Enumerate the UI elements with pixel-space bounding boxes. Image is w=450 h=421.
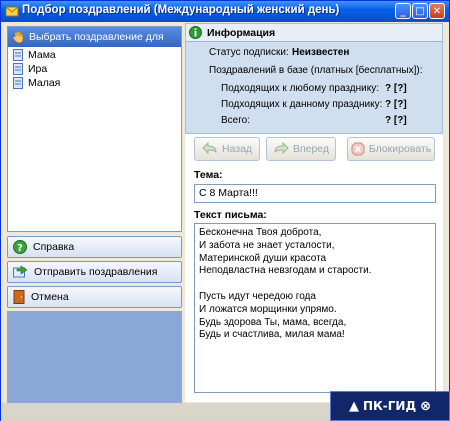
app-icon bbox=[5, 6, 19, 17]
cancel-button-label: Отмена bbox=[31, 291, 69, 303]
block-button[interactable]: Блокировать bbox=[347, 137, 435, 161]
maximize-button[interactable]: □ bbox=[412, 3, 428, 19]
forward-button-label: Вперед bbox=[292, 143, 330, 155]
watermark-close-icon: ⊗ bbox=[420, 398, 432, 414]
info-panel: Информация Статус подписки: Неизвестен П… bbox=[185, 23, 443, 134]
list-item[interactable]: Малая bbox=[9, 76, 180, 90]
this-holiday-label: Подходящих к данному празднику: bbox=[221, 99, 383, 110]
watermark-logo-icon: ▲ bbox=[348, 398, 359, 414]
letter-text-label: Текст письма: bbox=[194, 209, 267, 221]
total-label: Всего: bbox=[221, 115, 250, 126]
subscription-status-label: Статус подписки: bbox=[209, 47, 289, 58]
back-button-label: Назад bbox=[221, 143, 253, 155]
document-icon bbox=[13, 77, 23, 89]
svg-text:?: ? bbox=[17, 243, 23, 254]
info-panel-title: Информация bbox=[207, 26, 276, 39]
hand-icon bbox=[12, 30, 24, 43]
title-bar[interactable]: Подбор поздравлений (Международный женск… bbox=[1, 1, 449, 22]
help-icon: ? bbox=[13, 240, 27, 254]
cancel-button[interactable]: Отмена bbox=[7, 286, 182, 308]
recipient-panel-title: Выбрать поздравление для bbox=[29, 31, 164, 43]
any-holiday-value: ? [?] bbox=[385, 83, 407, 94]
block-button-label: Блокировать bbox=[368, 143, 432, 155]
window-title: Подбор поздравлений (Международный женск… bbox=[22, 4, 340, 16]
this-holiday-value: ? [?] bbox=[385, 99, 407, 110]
list-item-label: Мама bbox=[28, 49, 56, 61]
info-panel-header: Информация bbox=[186, 24, 442, 42]
letter-text-area[interactable]: Бесконечна Твоя доброта, И забота не зна… bbox=[194, 223, 436, 393]
send-greetings-label: Отправить поздравления bbox=[34, 266, 158, 278]
block-icon bbox=[351, 142, 365, 156]
subscription-status-value: Неизвестен bbox=[292, 47, 350, 58]
help-button[interactable]: ? Справка bbox=[7, 236, 182, 258]
info-icon bbox=[189, 26, 202, 39]
watermark-badge: ▲ ПК-ГИД ⊗ bbox=[330, 391, 450, 421]
recipient-list[interactable]: Мама Ира Малая bbox=[8, 47, 181, 91]
forward-button[interactable]: Вперед bbox=[266, 137, 336, 161]
subject-label: Тема: bbox=[194, 169, 223, 181]
any-holiday-label: Подходящих к любому празднику: bbox=[221, 83, 379, 94]
document-icon bbox=[13, 63, 23, 75]
left-panel-filler bbox=[7, 311, 182, 403]
close-button[interactable]: ✕ bbox=[429, 3, 445, 19]
forward-arrow-icon bbox=[274, 142, 289, 155]
help-button-label: Справка bbox=[33, 241, 75, 253]
database-count-label: Поздравлений в базе (платных [бесплатных… bbox=[209, 65, 423, 76]
watermark-text: ПК-ГИД bbox=[362, 399, 417, 413]
recipient-panel: Выбрать поздравление для Мама Ира Малая bbox=[7, 26, 182, 232]
total-value: ? [?] bbox=[385, 115, 407, 126]
list-item[interactable]: Мама bbox=[9, 48, 180, 62]
list-item-label: Малая bbox=[28, 77, 61, 89]
subject-input[interactable]: С 8 Марта!!! bbox=[194, 184, 436, 203]
list-item[interactable]: Ира bbox=[9, 62, 180, 76]
exit-door-icon bbox=[13, 290, 25, 304]
back-button[interactable]: Назад bbox=[194, 137, 260, 161]
send-icon bbox=[13, 265, 28, 278]
send-greetings-button[interactable]: Отправить поздравления bbox=[7, 261, 182, 283]
document-icon bbox=[13, 49, 23, 61]
main-window: Подбор поздравлений (Международный женск… bbox=[0, 0, 450, 421]
recipient-panel-header: Выбрать поздравление для bbox=[8, 27, 181, 47]
minimize-button[interactable]: _ bbox=[395, 3, 411, 19]
list-item-label: Ира bbox=[28, 63, 48, 75]
back-arrow-icon bbox=[202, 142, 217, 155]
